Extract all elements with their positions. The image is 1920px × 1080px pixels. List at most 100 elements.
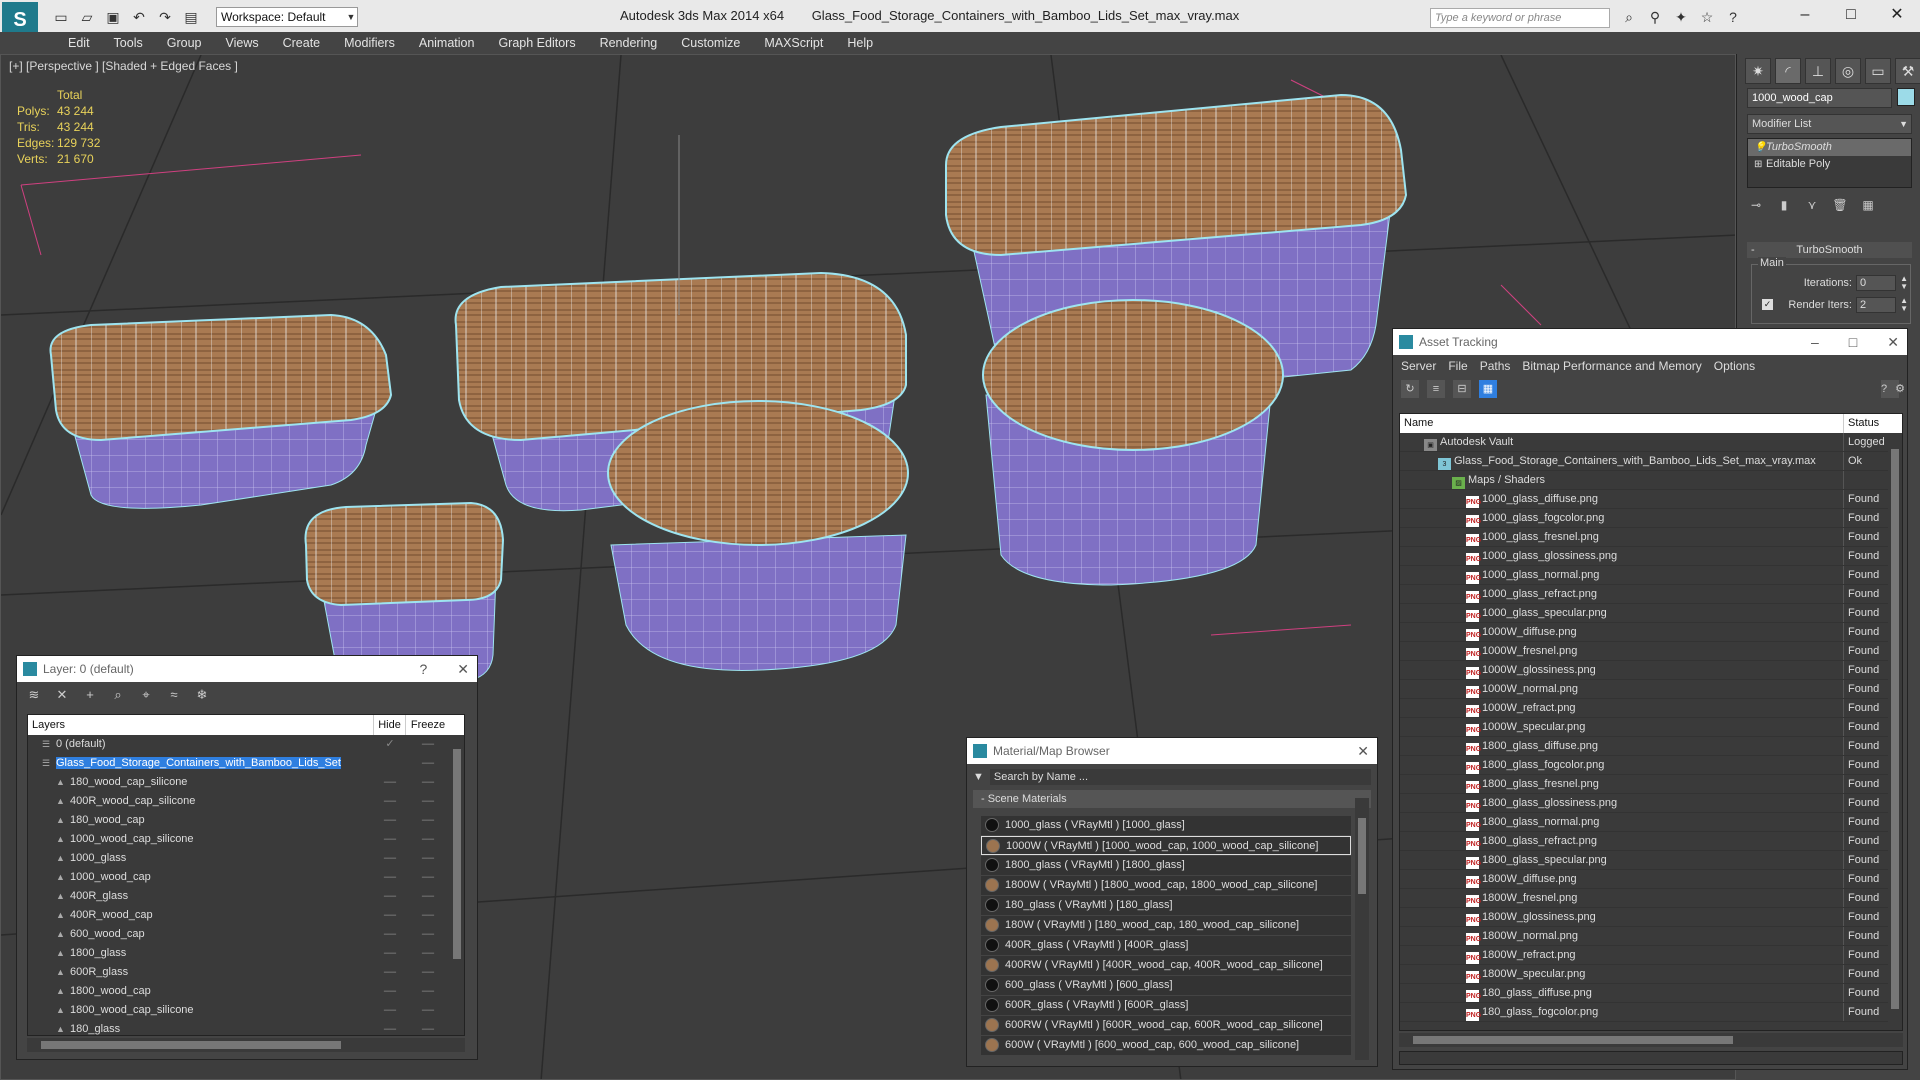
menu-maxscript[interactable]: MAXScript xyxy=(752,32,835,54)
asset-row[interactable]: PNG1000_glass_fresnel.png Found xyxy=(1400,528,1902,547)
iterations-spinner[interactable]: 0 xyxy=(1856,275,1896,291)
asset-row[interactable]: PNG1800W_diffuse.png Found xyxy=(1400,870,1902,889)
asset-menu-file[interactable]: File xyxy=(1448,355,1467,377)
hide-toggle[interactable]: –– xyxy=(374,792,406,811)
asset-row[interactable]: PNG180_glass_fogcolor.png Found xyxy=(1400,1003,1902,1022)
hide-toggle[interactable]: ✓ xyxy=(374,735,406,754)
asset-row[interactable]: PNG1800W_refract.png Found xyxy=(1400,946,1902,965)
menu-edit[interactable]: Edit xyxy=(56,32,102,54)
undo-icon[interactable]: ↶ xyxy=(128,7,150,27)
asset-row[interactable]: PNG1000W_refract.png Found xyxy=(1400,699,1902,718)
material-item[interactable]: 400RW ( VRayMtl ) [400R_wood_cap, 400R_w… xyxy=(981,956,1351,975)
refresh-icon[interactable]: ↻ xyxy=(1401,380,1419,398)
object-color-swatch[interactable] xyxy=(1897,88,1915,106)
render-iters-spinner[interactable]: 2 xyxy=(1856,297,1896,313)
expand-icon[interactable]: ⊞ xyxy=(1754,156,1762,173)
col-hide[interactable]: Hide xyxy=(374,715,406,735)
freeze-toggle[interactable]: –– xyxy=(406,830,450,849)
container-1000[interactable] xyxy=(49,313,393,509)
layer-row[interactable]: ▲ 1000_glass –– –– xyxy=(28,849,464,868)
layer-horizontal-scrollbar[interactable] xyxy=(27,1038,465,1052)
hide-toggle[interactable]: –– xyxy=(374,887,406,906)
delete-layer-icon[interactable]: ✕ xyxy=(53,686,71,704)
asset-menu-server[interactable]: Server xyxy=(1401,355,1436,377)
container-400r[interactable] xyxy=(607,400,909,671)
layer-row[interactable]: ▲ 400R_wood_cap_silicone –– –– xyxy=(28,792,464,811)
material-item[interactable]: 600RW ( VRayMtl ) [600R_wood_cap, 600R_w… xyxy=(981,1016,1351,1035)
asset-row[interactable]: PNG1000W_specular.png Found xyxy=(1400,718,1902,737)
search-input[interactable]: Type a keyword or phrase xyxy=(1430,8,1610,28)
asset-row[interactable]: PNG1000_glass_refract.png Found xyxy=(1400,585,1902,604)
list-view-icon[interactable]: ≡ xyxy=(1427,380,1445,398)
help-icon[interactable]: ? xyxy=(1881,380,1887,398)
spinner-arrows-icon[interactable]: ▲ ▼ xyxy=(1900,275,1908,291)
hide-toggle[interactable]: –– xyxy=(374,906,406,925)
workspace-dropdown[interactable]: Workspace: Default xyxy=(216,7,358,27)
menu-animation[interactable]: Animation xyxy=(407,32,487,54)
layer-row[interactable]: ▲ 180_wood_cap_silicone –– –– xyxy=(28,773,464,792)
freeze-toggle[interactable]: –– xyxy=(406,811,450,830)
asset-row[interactable]: PNG1800_glass_diffuse.png Found xyxy=(1400,737,1902,756)
material-item[interactable]: 600W ( VRayMtl ) [600_wood_cap, 600_wood… xyxy=(981,1036,1351,1055)
layer-row[interactable]: ▲ 600R_glass –– –– xyxy=(28,963,464,982)
layer-vertical-scrollbar[interactable] xyxy=(450,735,464,1035)
asset-horizontal-scrollbar[interactable] xyxy=(1399,1033,1903,1047)
hide-toggle[interactable]: –– xyxy=(374,944,406,963)
material-item[interactable]: 1000W ( VRayMtl ) [1000_wood_cap, 1000_w… xyxy=(981,836,1351,855)
stack-item-editable-poly[interactable]: ⊞ Editable Poly xyxy=(1748,156,1911,173)
asset-tracking-titlebar[interactable]: Asset Tracking – □ ✕ xyxy=(1393,329,1907,355)
object-name-field[interactable]: 1000_wood_cap xyxy=(1747,88,1892,108)
new-file-icon[interactable]: ▭ xyxy=(50,7,72,27)
asset-row[interactable]: PNG1800_glass_fresnel.png Found xyxy=(1400,775,1902,794)
col-layers[interactable]: Layers xyxy=(28,715,374,735)
asset-row[interactable]: PNG1000W_diffuse.png Found xyxy=(1400,623,1902,642)
freeze-toggle[interactable]: –– xyxy=(406,754,450,773)
pin-stack-icon[interactable]: ⊸ xyxy=(1747,196,1765,214)
layer-row[interactable]: ▲ 1800_wood_cap_silicone –– –– xyxy=(28,1001,464,1020)
scene-materials-header[interactable]: - Scene Materials xyxy=(973,790,1371,808)
redo-icon[interactable]: ↷ xyxy=(154,7,176,27)
table-view-icon[interactable]: ▦ xyxy=(1479,380,1497,398)
asset-row[interactable]: PNG1000W_fresnel.png Found xyxy=(1400,642,1902,661)
remove-modifier-icon[interactable]: 🗑 xyxy=(1831,196,1849,214)
close-icon[interactable]: ✕ xyxy=(1357,738,1369,764)
col-status[interactable]: Status xyxy=(1844,414,1890,433)
hide-all-layers-icon[interactable]: ≈ xyxy=(165,686,183,704)
hide-toggle[interactable]: –– xyxy=(374,830,406,849)
asset-row[interactable]: PNG1800_glass_refract.png Found xyxy=(1400,832,1902,851)
freeze-toggle[interactable]: –– xyxy=(406,944,450,963)
menu-tools[interactable]: Tools xyxy=(102,32,155,54)
freeze-toggle[interactable]: –– xyxy=(406,849,450,868)
hide-toggle[interactable] xyxy=(374,754,406,773)
configure-sets-icon[interactable]: ▦ xyxy=(1859,196,1877,214)
freeze-toggle[interactable]: –– xyxy=(406,925,450,944)
minimize-icon[interactable]: – xyxy=(1811,329,1819,355)
material-browser-titlebar[interactable]: Material/Map Browser ✕ xyxy=(967,738,1377,764)
layer-row[interactable]: ▲ 600_wood_cap –– –– xyxy=(28,925,464,944)
freeze-toggle[interactable]: –– xyxy=(406,735,450,754)
make-unique-icon[interactable]: ⋎ xyxy=(1803,196,1821,214)
maximize-icon[interactable]: □ xyxy=(1849,329,1857,355)
modifier-list-dropdown[interactable]: Modifier List ▼ xyxy=(1747,114,1912,134)
layer-row[interactable]: ▲ 1800_wood_cap –– –– xyxy=(28,982,464,1001)
freeze-toggle[interactable]: –– xyxy=(406,773,450,792)
hide-toggle[interactable]: –– xyxy=(374,1001,406,1020)
asset-row[interactable]: PNG1800W_glossiness.png Found xyxy=(1400,908,1902,927)
hide-toggle[interactable]: –– xyxy=(374,1020,406,1035)
menu-graph-editors[interactable]: Graph Editors xyxy=(486,32,587,54)
freeze-toggle[interactable]: –– xyxy=(406,963,450,982)
asset-row[interactable]: PNG1800_glass_fogcolor.png Found xyxy=(1400,756,1902,775)
menu-modifiers[interactable]: Modifiers xyxy=(332,32,407,54)
show-end-result-icon[interactable]: ▮ xyxy=(1775,196,1793,214)
layer-window-titlebar[interactable]: Layer: 0 (default) ? ✕ xyxy=(17,656,477,682)
layer-row[interactable]: ▲ 180_glass –– –– xyxy=(28,1020,464,1035)
turbosmooth-rollout[interactable]: - TurboSmooth xyxy=(1747,242,1912,258)
communication-icon[interactable]: ✦ xyxy=(1672,8,1690,26)
menu-rendering[interactable]: Rendering xyxy=(588,32,670,54)
hide-toggle[interactable]: –– xyxy=(374,982,406,1001)
project-folder-icon[interactable]: ▤ xyxy=(180,7,202,27)
save-file-icon[interactable]: ▣ xyxy=(102,7,124,27)
select-objects-icon[interactable]: ⌕ xyxy=(109,686,127,704)
freeze-toggle[interactable]: –– xyxy=(406,982,450,1001)
maximize-icon[interactable]: □ xyxy=(1828,0,1874,30)
